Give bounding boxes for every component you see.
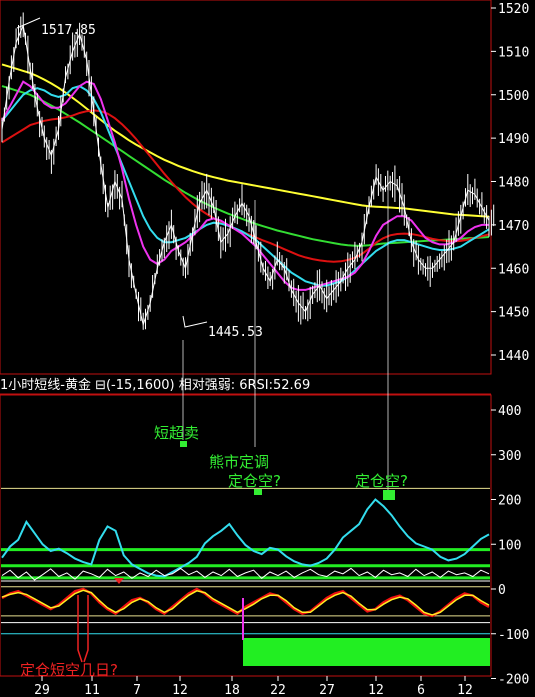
price-panel (1, 12, 495, 330)
x-tick-label: 27 (319, 683, 335, 697)
x-tick-label: 6 (417, 683, 425, 697)
indicator-y-tick-label: 300 (498, 449, 521, 464)
x-axis: 29 11 7 12 18 22 27 12 6 12 (34, 676, 473, 697)
oversold-marker (180, 441, 187, 447)
x-tick-label: 18 (224, 683, 240, 697)
price-panel-frame (0, 0, 492, 375)
indicator-y-tick-label: -100 (498, 628, 529, 643)
price-y-axis: 1520 1510 1500 1490 1480 1470 1460 1450 1440 (491, 2, 529, 364)
x-tick-label: 22 (270, 683, 286, 697)
indicator-y-tick-label: -200 (498, 673, 529, 688)
annotation-hold-short-2: 定仓空? (355, 472, 408, 490)
low-label: 1445.53 (208, 325, 263, 340)
x-tick-label: 7 (133, 683, 141, 697)
x-tick-label: 12 (457, 683, 473, 697)
x-tick-label: 11 (84, 683, 100, 697)
osc-yellow-line (1, 589, 490, 616)
gold-1h-chart: 1520 1510 1500 1490 1480 1470 1460 1450 1440 151… (0, 0, 529, 697)
indicator-y-tick-label: 200 (498, 494, 521, 509)
price-y-tick-label: 1440 (498, 349, 529, 364)
indicator-y-tick-label: 400 (498, 404, 521, 419)
indicator-y-tick-label: 0 (498, 583, 506, 598)
price-y-tick-label: 1520 (498, 2, 529, 17)
x-tick-label: 12 (368, 683, 384, 697)
indicator-y-tick-label: 100 (498, 538, 521, 553)
hold-short-marker-2 (383, 490, 395, 500)
price-y-tick-label: 1470 (498, 219, 529, 234)
indicator-header: 1小时短线-黄金 ⊟(-15,1600) 相对强弱: 6RSI:52.69 (0, 377, 310, 393)
red-bracket-left (77, 595, 83, 663)
hold-short-marker-1 (254, 489, 262, 495)
x-tick-label: 12 (172, 683, 188, 697)
green-box (243, 638, 490, 666)
x-tick-label: 29 (34, 683, 50, 697)
low-marker-line (182, 315, 208, 328)
price-y-tick-label: 1460 (498, 262, 529, 277)
annotation-short-oversold: 短超卖 (154, 424, 199, 442)
annotation-hold-short-1: 定仓空? (228, 472, 281, 490)
indicator-y-axis: 400 300 200 100 0 -100 -200 (491, 404, 529, 688)
red-bracket-right (83, 595, 89, 663)
price-y-tick-label: 1500 (498, 89, 529, 104)
price-y-tick-label: 1480 (498, 176, 529, 191)
high-label: 1517.85 (41, 23, 96, 38)
annotation-hold-short-days: 定仓短空几日? (20, 661, 118, 679)
price-y-tick-label: 1490 (498, 132, 529, 147)
ma-red-line (1, 109, 490, 263)
indicator-panel (1, 487, 490, 635)
price-close-line (1, 23, 490, 327)
annotation-bear-correction: 熊市定调 (209, 453, 269, 471)
ma-green-line (1, 85, 490, 247)
price-y-tick-label: 1510 (498, 45, 529, 60)
price-y-tick-label: 1450 (498, 306, 529, 321)
